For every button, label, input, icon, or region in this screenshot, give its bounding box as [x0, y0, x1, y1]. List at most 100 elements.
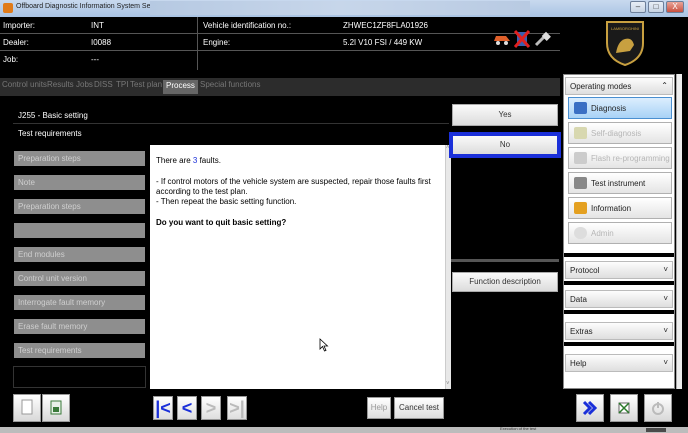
svg-text:LAMBORGHINI: LAMBORGHINI	[611, 26, 639, 31]
scroll-up-icon[interactable]: ˄	[446, 145, 450, 151]
help-header[interactable]: Help ˅	[565, 354, 673, 372]
disconnected-icon	[513, 30, 531, 48]
print-icon	[50, 400, 62, 415]
status-bar: Execution of the test	[0, 426, 688, 433]
step-item[interactable]	[14, 223, 145, 238]
window-icon	[618, 402, 630, 414]
divider	[197, 17, 198, 70]
tab-jobs[interactable]: Jobs	[75, 80, 94, 94]
expand-icon[interactable]: ˅	[663, 294, 668, 303]
section-label: Extras	[570, 327, 593, 336]
next-step-button[interactable]: >	[201, 396, 221, 420]
operating-modes-label: Operating modes	[570, 82, 632, 91]
exit-button[interactable]	[644, 394, 672, 422]
first-step-button[interactable]: |<	[153, 396, 173, 420]
bottom-toolbar: |< < > >| Help Cancel test	[0, 389, 688, 427]
cable-icon	[534, 31, 552, 47]
operating-modes-header[interactable]: Operating modes ⌃	[565, 77, 673, 95]
mode-flash-reprogramming[interactable]: Flash re-programming	[568, 147, 672, 169]
tab-process[interactable]: Process	[163, 80, 198, 94]
tab-results[interactable]: Results	[46, 80, 75, 94]
vin-label: Vehicle identification no.:	[203, 21, 292, 30]
self-diagnosis-icon	[574, 127, 587, 139]
message-scrollbar[interactable]: ˄ ˅	[445, 145, 451, 389]
mode-diagnosis[interactable]: Diagnosis	[568, 97, 672, 119]
lamborghini-logo: LAMBORGHINI	[604, 19, 646, 67]
importer-label: Importer:	[3, 21, 36, 30]
tab-special-functions[interactable]: Special functions	[199, 80, 261, 94]
function-description-button[interactable]: Function description	[452, 272, 558, 292]
document-button[interactable]	[13, 394, 41, 422]
question-text: Do you want to quit basic setting?	[156, 218, 287, 227]
collapse-icon[interactable]: ⌃	[661, 81, 668, 90]
no-button[interactable]: No	[449, 132, 561, 158]
extras-header[interactable]: Extras ˅	[565, 322, 673, 340]
previous-step-icon: <	[181, 398, 193, 418]
step-item[interactable]: Test requirements	[14, 343, 145, 358]
expand-icon[interactable]: ˅	[663, 265, 668, 274]
dealer-label: Dealer:	[3, 38, 29, 47]
help-button[interactable]: Help	[367, 397, 391, 419]
cancel-test-button[interactable]: Cancel test	[394, 397, 444, 419]
vehicle-header: Importer: INT Dealer: I0088 Job: --- Veh…	[0, 17, 560, 70]
tab-test-plan[interactable]: Test plan	[129, 80, 163, 94]
window-button[interactable]	[610, 394, 638, 422]
importer-value: INT	[91, 21, 104, 30]
mode-label: Information	[591, 204, 632, 213]
mode-self-diagnosis[interactable]: Self-diagnosis	[568, 122, 672, 144]
step-item[interactable]: Erase fault memory	[14, 319, 145, 334]
information-icon	[574, 202, 587, 214]
section-label: Protocol	[570, 266, 600, 275]
admin-icon	[574, 227, 587, 239]
window-titlebar: Offboard Diagnostic Information System S…	[0, 0, 688, 17]
step-item[interactable]: Preparation steps	[14, 151, 145, 166]
step-item[interactable]: Preparation steps	[14, 199, 145, 214]
forward-button[interactable]	[576, 394, 604, 422]
fault-summary: There are 3 faults.	[156, 156, 221, 165]
procedure-title: J255 - Basic setting Test requirements	[13, 103, 449, 145]
tab-bar: Control units Results Jobs DISS TPI Test…	[0, 78, 560, 96]
mode-test-instrument[interactable]: Test instrument	[568, 172, 672, 194]
expand-icon[interactable]: ˅	[663, 326, 668, 335]
procedure-name: J255 - Basic setting	[18, 111, 88, 120]
test-instrument-icon	[574, 177, 587, 189]
side-panel-scrollbar[interactable]	[676, 74, 682, 389]
last-step-button[interactable]: >|	[227, 396, 247, 420]
vin-value: ZHWEC1ZF8FLA01926	[343, 21, 428, 30]
status-text: Execution of the test	[500, 426, 537, 431]
section-label: Help	[570, 359, 587, 368]
previous-step-button[interactable]: <	[177, 396, 197, 420]
mode-label: Admin	[591, 229, 614, 238]
side-panel: Operating modes ⌃ Diagnosis Self-diagnos…	[563, 74, 675, 389]
mode-admin[interactable]: Admin	[568, 222, 672, 244]
tab-diss[interactable]: DISS	[93, 80, 114, 94]
forward-icon	[582, 400, 598, 416]
taskbar-strip	[150, 1, 530, 15]
print-button[interactable]	[42, 394, 70, 422]
diagnosis-icon	[574, 102, 587, 114]
divider	[564, 281, 674, 285]
yes-button[interactable]: Yes	[452, 104, 558, 126]
job-value: ---	[91, 55, 99, 64]
job-label: Job:	[3, 55, 19, 64]
close-button[interactable]: X	[666, 1, 684, 13]
step-item[interactable]: Note	[14, 175, 145, 190]
mode-information[interactable]: Information	[568, 197, 672, 219]
step-item[interactable]: End modules	[14, 247, 145, 262]
maximize-button[interactable]: □	[648, 1, 664, 13]
divider	[13, 123, 449, 124]
expand-icon[interactable]: ˅	[663, 358, 668, 367]
instruction-line: - Then repeat the basic setting function…	[156, 197, 297, 206]
instruction-line: according to the test plan.	[156, 187, 248, 196]
progress-indicator	[646, 428, 666, 432]
tab-control-units[interactable]: Control units	[1, 80, 48, 94]
mode-label: Diagnosis	[591, 104, 627, 113]
data-header[interactable]: Data ˅	[565, 290, 673, 308]
tab-tpi[interactable]: TPI	[115, 80, 129, 94]
scroll-down-icon[interactable]: ˅	[446, 381, 450, 387]
protocol-header[interactable]: Protocol ˅	[565, 261, 673, 279]
minimize-button[interactable]: –	[630, 1, 646, 13]
mode-label: Self-diagnosis	[591, 129, 642, 138]
step-item[interactable]: Control unit version	[14, 271, 145, 286]
step-item[interactable]: Interrogate fault memory	[14, 295, 145, 310]
